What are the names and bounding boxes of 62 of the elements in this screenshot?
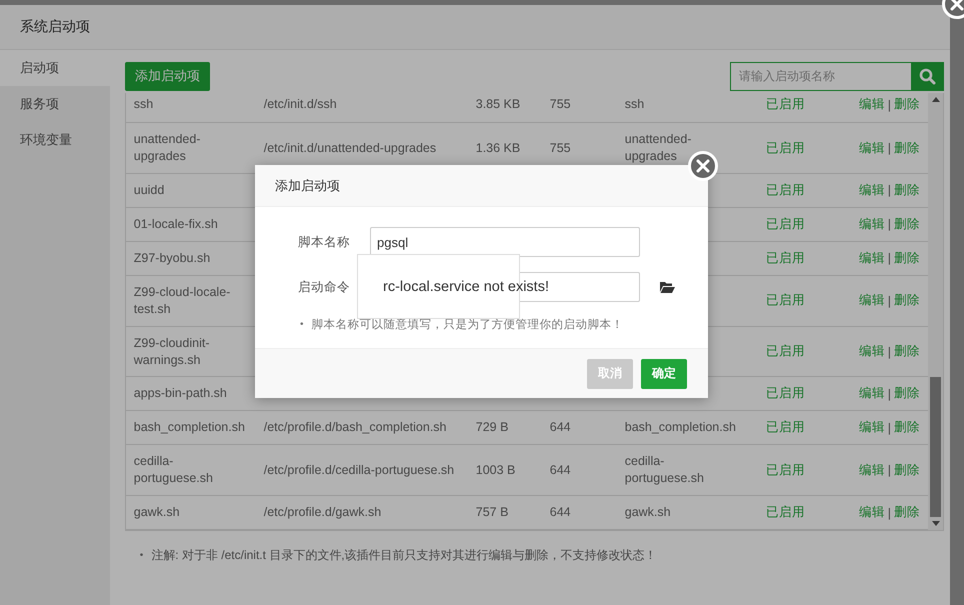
- status-text: 已启用: [764, 462, 806, 479]
- table-cell-text: /etc/init.d/ssh: [262, 96, 338, 113]
- table-cell-text: Z99-cloudinit-warnings.sh: [132, 334, 210, 368]
- window-title: 系统启动项: [0, 5, 950, 50]
- table-cell-text: unattended-upgrades: [132, 131, 202, 165]
- separator-text: |: [888, 141, 891, 155]
- separator-text: |: [888, 506, 891, 520]
- table-cell-text: 1003 B: [474, 462, 516, 479]
- status-text: 已启用: [764, 343, 806, 360]
- separator-text: |: [888, 217, 891, 232]
- bullet-mark: •: [140, 550, 144, 561]
- separator-text: |: [888, 463, 891, 478]
- status-text: 已启用: [764, 96, 806, 113]
- table-cell-text: 755: [548, 96, 572, 113]
- status-text: 已启用: [764, 292, 806, 310]
- table-cell-text: 644: [548, 419, 572, 436]
- table-cell-text: 3.85 KB: [474, 96, 522, 113]
- note-text: 注解: 对于非 /etc/init.t 目录下的文件,该插件目前只支持对其进行编辑与删除，不支持修改状态！: [151, 547, 657, 564]
- table-cell-text: 729 B: [474, 419, 510, 436]
- table-cell-text: cedilla-portuguese.sh: [132, 453, 214, 488]
- hint-text: 脚本名称可以随意填写，只是为了方便管理你的启动脚本！: [312, 318, 624, 332]
- table-cell-text: /etc/profile.d/gawk.sh: [262, 504, 382, 521]
- table-cell-text: 1.36 KB: [474, 140, 522, 156]
- status-text: 已启用: [764, 250, 806, 267]
- status-text: 已启用: [764, 419, 806, 436]
- table-cell-text: gawk.sh: [624, 504, 672, 521]
- table-cell-text: ssh: [132, 96, 154, 113]
- separator-text: |: [888, 98, 891, 112]
- separator-text: |: [888, 251, 891, 266]
- separator-text: |: [888, 183, 891, 198]
- error-message: rc-local.service not exists!: [383, 278, 549, 294]
- table-cell-text: /etc/profile.d/cedilla-portuguese.sh: [262, 462, 456, 479]
- table-cell-text: /etc/init.d/unattended-upgrades: [262, 140, 438, 156]
- field-label: 启动命令: [297, 278, 350, 296]
- table-cell-text: 01-locale-fix.sh: [132, 216, 219, 233]
- table-cell-text: Z97-byobu.sh: [132, 250, 212, 267]
- bullet-mark: •: [300, 319, 304, 330]
- table-cell-text: 644: [548, 462, 572, 479]
- table-cell-text: gawk.sh: [132, 504, 181, 521]
- separator-text: |: [888, 344, 891, 358]
- field-label: 脚本名称: [297, 234, 350, 250]
- table-cell-text: uuidd: [132, 182, 166, 199]
- table-cell-text: ssh: [624, 96, 646, 113]
- dialog-title: 添加启动项: [255, 165, 708, 207]
- table-cell-text: cedilla-portuguese.sh: [624, 453, 705, 488]
- status-text: 已启用: [764, 385, 806, 402]
- separator-text: |: [888, 420, 891, 435]
- separator-text: |: [888, 294, 891, 308]
- status-text: 已启用: [764, 504, 806, 521]
- table-cell-text: bash_completion.sh: [132, 419, 246, 436]
- status-text: 已启用: [764, 216, 806, 233]
- table-cell-text: Z99-cloud-locale-test.sh: [132, 284, 232, 318]
- table-cell-text: apps-bin-path.sh: [132, 385, 228, 402]
- table-cell-text: unattended-upgrades: [624, 131, 692, 165]
- table-cell-text: bash_completion.sh: [624, 419, 737, 436]
- table-cell-text: 755: [548, 140, 572, 156]
- status-text: 已启用: [764, 140, 806, 156]
- table-cell-text: 644: [548, 504, 572, 521]
- table-cell-text: /etc/profile.d/bash_completion.sh: [262, 419, 448, 436]
- status-text: 已启用: [764, 182, 806, 199]
- table-cell-text: 757 B: [474, 504, 510, 521]
- separator-text: |: [888, 386, 891, 401]
